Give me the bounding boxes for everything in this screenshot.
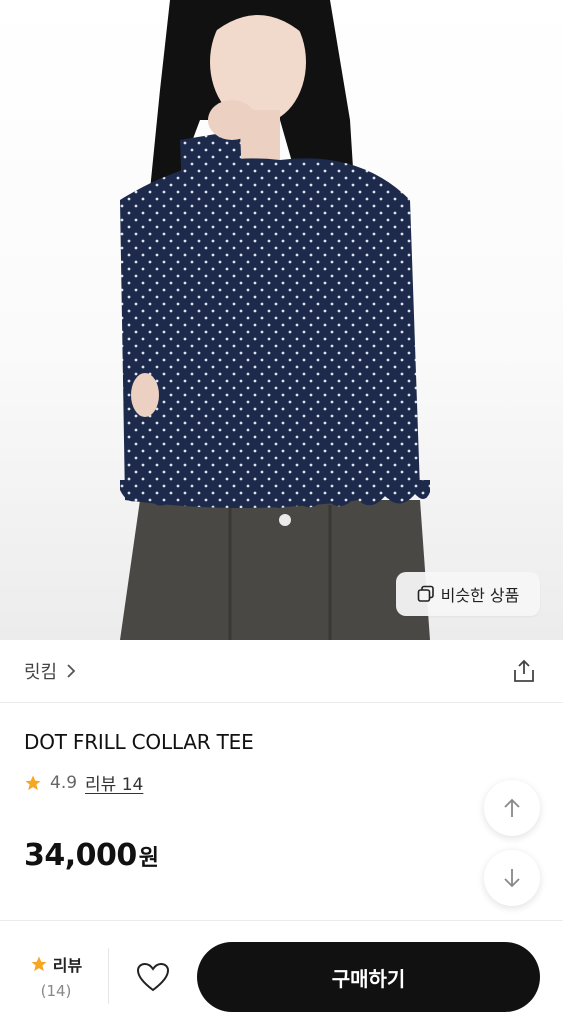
vertical-divider: [108, 948, 109, 1004]
price-currency: 원: [138, 846, 160, 871]
copy-icon: [417, 585, 434, 602]
star-icon: [31, 956, 47, 972]
rating-score: 4.9: [50, 772, 78, 793]
product-title: DOT FRILL COLLAR TEE: [24, 730, 254, 754]
similar-products-label: 비슷한 상품: [440, 586, 520, 605]
scroll-down-button[interactable]: [484, 850, 540, 906]
rating-row: 4.9 리뷰 14: [24, 770, 143, 795]
bottom-action-bar: 리뷰 (14) 구매하기: [0, 928, 563, 1024]
review-link[interactable]: 리뷰 14: [85, 770, 143, 795]
divider: [0, 920, 563, 921]
share-icon[interactable]: [511, 658, 537, 684]
bottom-review-count: (14): [40, 982, 72, 1000]
brand-link[interactable]: 릿킴: [24, 658, 77, 684]
price: 34,000 원: [24, 838, 159, 873]
star-icon: [25, 775, 41, 790]
similar-products-button[interactable]: 비슷한 상품: [396, 572, 540, 616]
scroll-up-button[interactable]: [484, 780, 540, 836]
bottom-review-button[interactable]: 리뷰 (14): [20, 952, 92, 1000]
arrow-up-icon: [504, 798, 520, 817]
wishlist-button[interactable]: [134, 958, 172, 996]
chevron-right-icon: [67, 664, 76, 678]
product-photo: [120, 0, 430, 640]
bottom-review-label: 리뷰: [52, 956, 83, 975]
brand-name: 릿킴: [24, 662, 58, 683]
brand-row: 릿킴: [0, 640, 563, 703]
heart-icon: [136, 962, 170, 992]
buy-button[interactable]: 구매하기: [197, 942, 540, 1012]
bottom-review-header: 리뷰: [20, 952, 92, 976]
product-image[interactable]: 비슷한 상품: [0, 0, 563, 640]
price-value: 34,000: [24, 838, 137, 873]
arrow-down-icon: [504, 869, 520, 888]
